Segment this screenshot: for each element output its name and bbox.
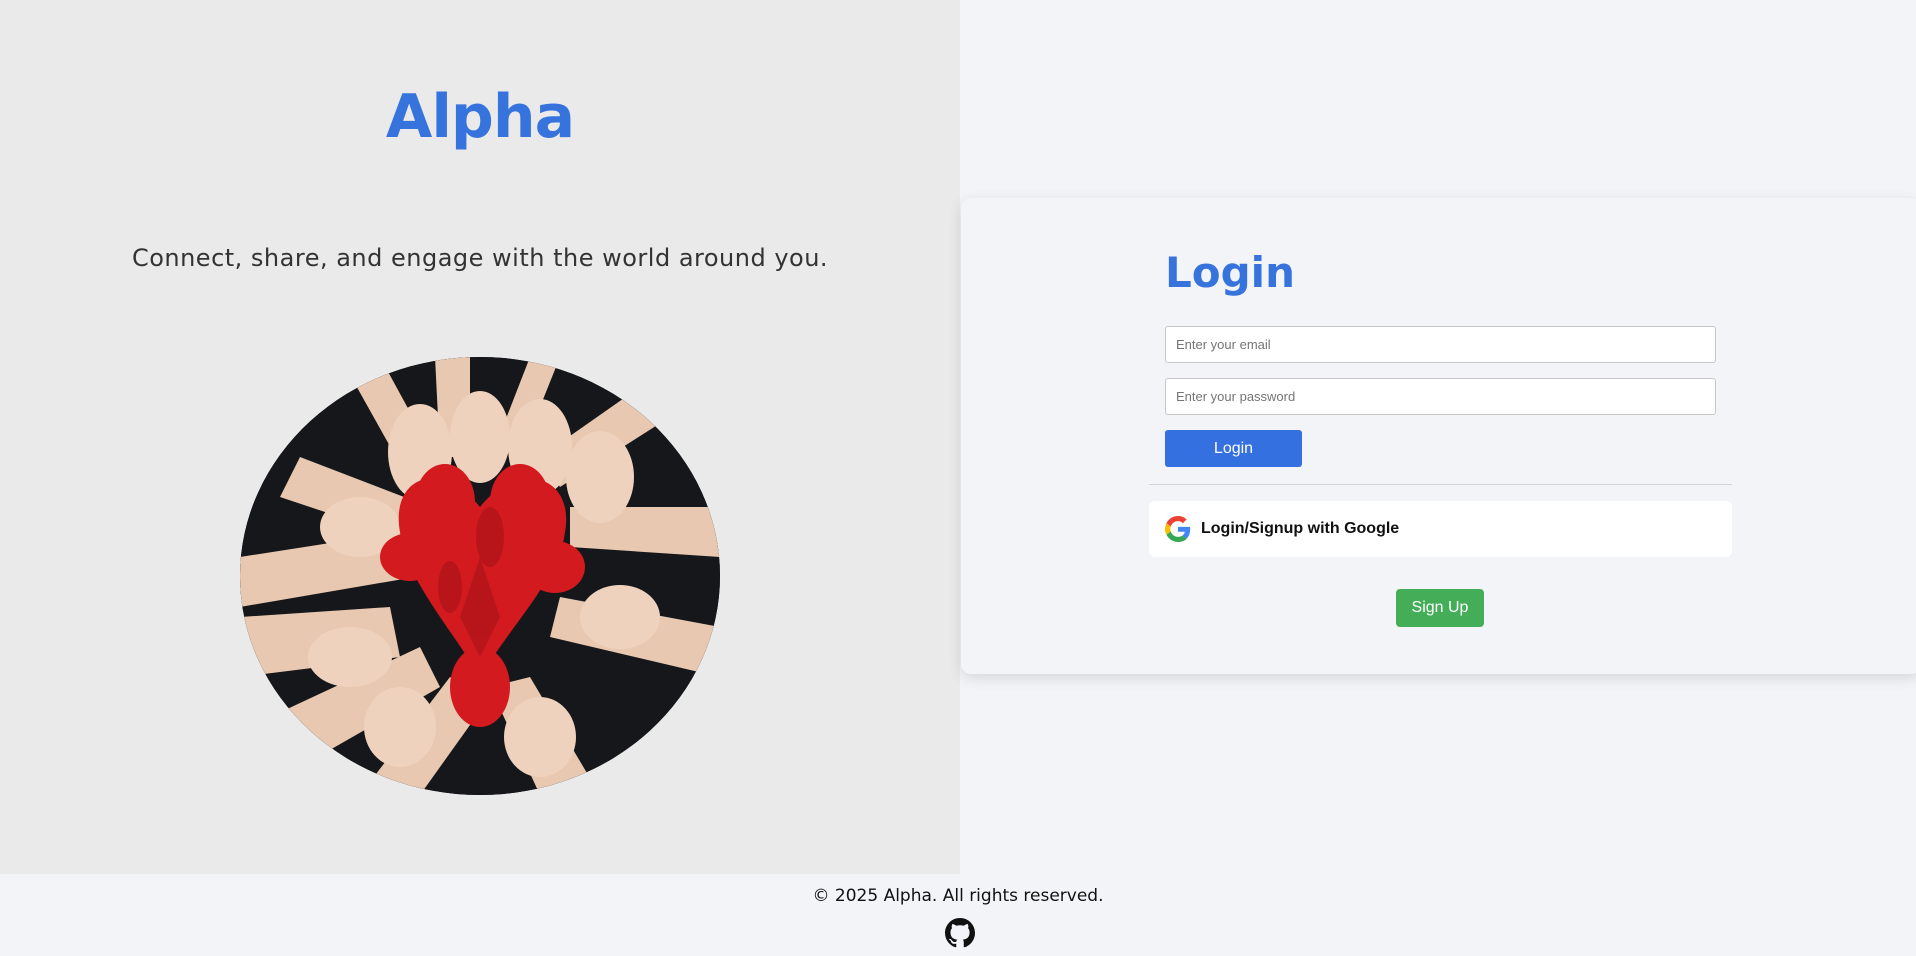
google-icon — [1165, 516, 1191, 542]
hero-image — [240, 357, 720, 795]
login-button[interactable]: Login — [1165, 430, 1302, 467]
hands-illustration — [240, 357, 720, 795]
google-login-button[interactable]: Login/Signup with Google — [1149, 501, 1732, 557]
brand-title: Alpha — [385, 82, 575, 152]
brand-tagline: Connect, share, and engage with the worl… — [131, 244, 829, 272]
signup-button[interactable]: Sign Up — [1396, 589, 1484, 627]
google-login-label: Login/Signup with Google — [1201, 520, 1400, 537]
github-icon[interactable] — [945, 918, 975, 948]
password-field[interactable] — [1165, 378, 1716, 415]
footer: © 2025 Alpha. All rights reserved. — [0, 874, 1916, 956]
login-card: Login Login Login/Signup with Google Sig… — [961, 198, 1916, 674]
copyright-text: © 2025 Alpha. All rights reserved. — [812, 886, 1104, 906]
divider — [1149, 484, 1732, 485]
email-field[interactable] — [1165, 326, 1716, 363]
login-title: Login — [1165, 248, 1295, 297]
left-panel: Alpha Connect, share, and engage with th… — [0, 0, 960, 874]
